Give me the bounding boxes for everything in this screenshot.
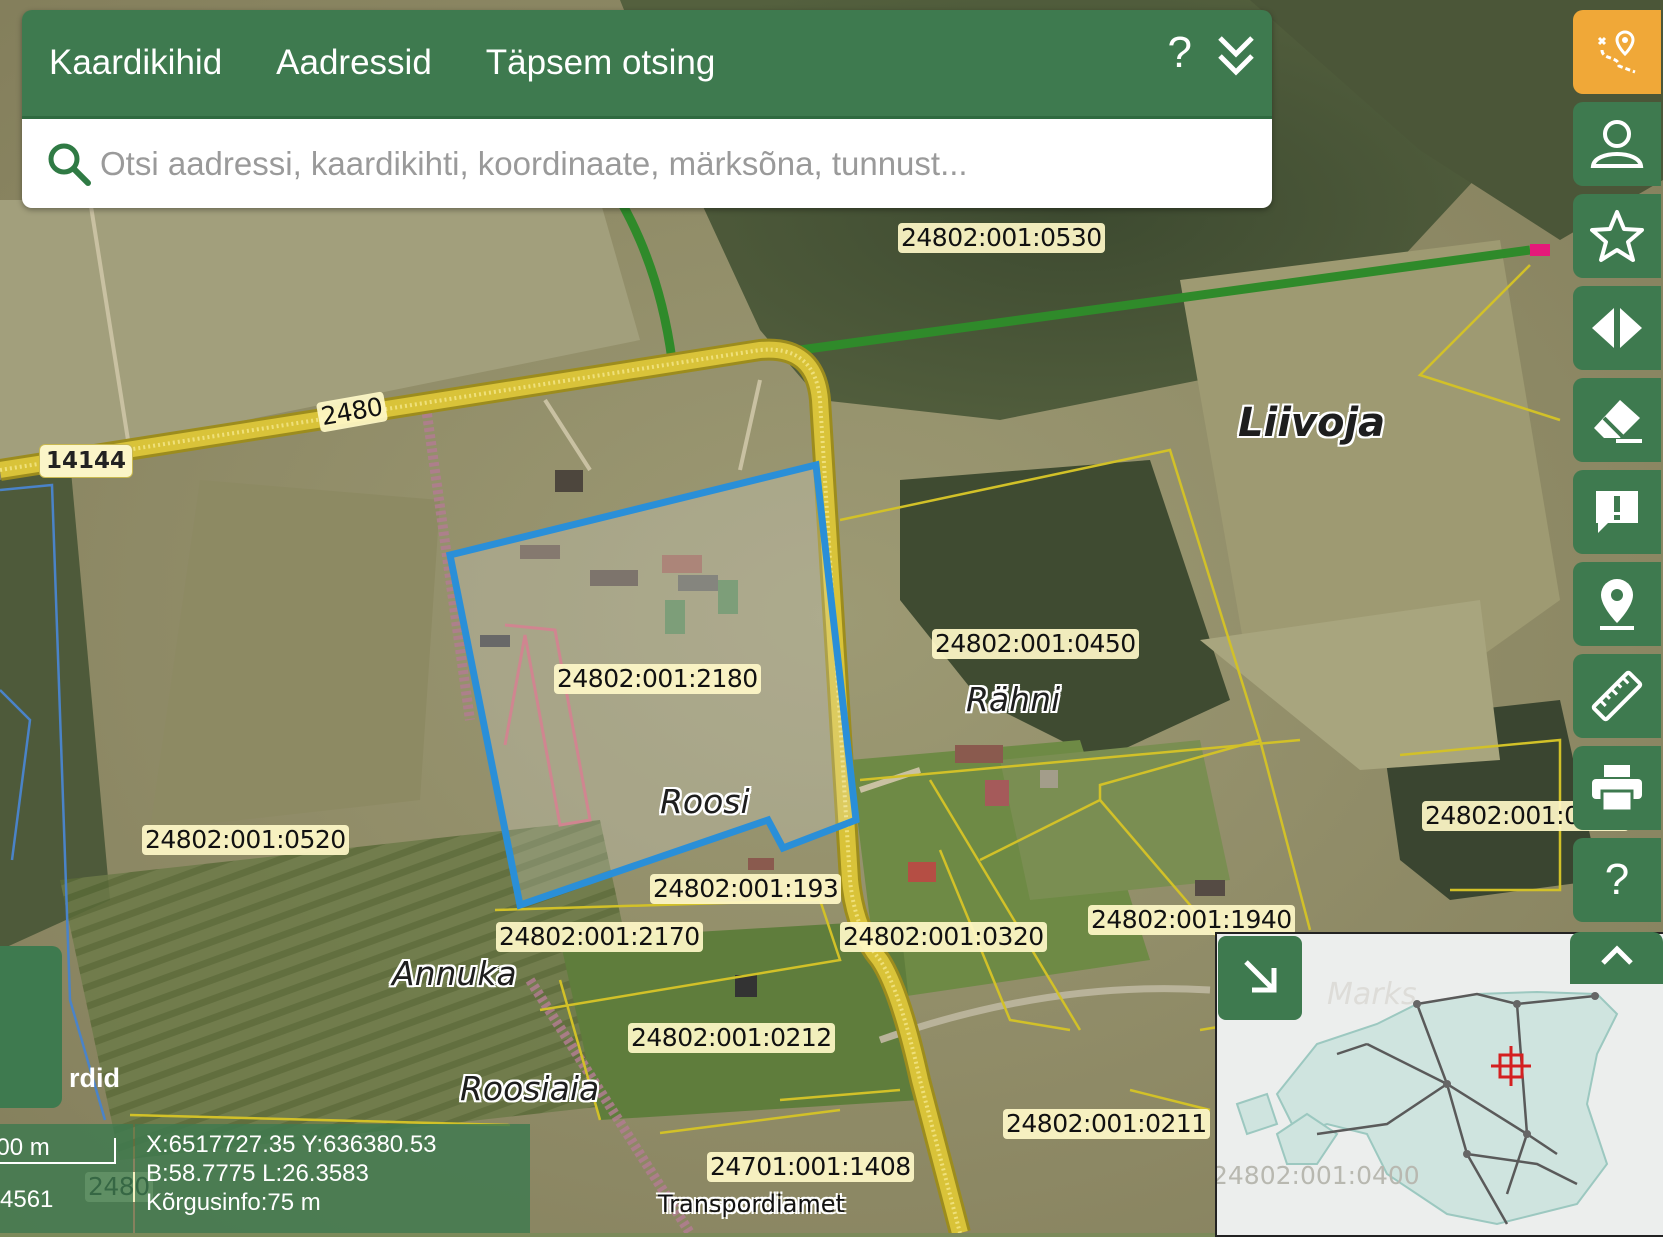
toolbar-help-button[interactable]: ? (1573, 838, 1661, 922)
star-icon (1590, 209, 1644, 263)
search-row (22, 116, 1272, 208)
compare-button[interactable] (1573, 286, 1661, 370)
tab-map-layers[interactable]: Kaardikihid (49, 43, 222, 83)
place-label-rahni: Rähni (966, 680, 1061, 719)
parcel-label: 24802:001:2180 (554, 664, 761, 694)
basemaps-button[interactable]: Kaardid (0, 946, 120, 1108)
parcel-label: 24802:001:0320 (840, 922, 1047, 952)
scale-bar (0, 1162, 116, 1164)
route-planner-button[interactable] (1573, 10, 1661, 94)
tab-addresses[interactable]: Aadressid (276, 43, 432, 83)
print-button[interactable] (1573, 746, 1661, 830)
right-toolbar: ? (1573, 10, 1663, 930)
parcel-label: 24802:001:2170 (496, 922, 703, 952)
parcel-label: 24802:001:0212 (628, 1023, 835, 1053)
top-nav-bar: Kaardikihid Aadressid Täpsem otsing ? (22, 10, 1272, 116)
eraser-button[interactable] (1573, 378, 1661, 462)
overview-collapse-button[interactable] (1570, 932, 1663, 984)
parcel-label: 24802:001:193 (650, 874, 842, 904)
user-icon (1589, 118, 1645, 170)
tab-advanced-search[interactable]: Täpsem otsing (486, 43, 716, 83)
feedback-button[interactable] (1573, 470, 1661, 554)
route-pin-icon (1591, 26, 1643, 78)
svg-text:24802:001:0400: 24802:001:0400 (1217, 1161, 1420, 1190)
coordinates-panel: X:6517727.35 Y:636380.53 B:58.7775 L:26.… (135, 1124, 530, 1233)
search-icon[interactable] (46, 141, 92, 187)
parcel-label: 24802:001:0211 (1003, 1109, 1210, 1139)
help-button[interactable]: ? (1168, 28, 1192, 78)
place-label-roosi: Roosi (660, 782, 750, 821)
measure-button[interactable] (1573, 654, 1661, 738)
coordinates-bl: B:58.7775 L:26.3583 (146, 1160, 369, 1187)
scale-panel: 100 m 4561 (0, 1124, 133, 1233)
feedback-icon (1592, 487, 1642, 537)
user-button[interactable] (1573, 102, 1661, 186)
elevation-info: Kõrgusinfo:75 m (146, 1189, 321, 1216)
place-label-liivoja: Liivoja (1238, 400, 1386, 446)
location-button[interactable] (1573, 562, 1661, 646)
eraser-icon (1590, 396, 1644, 444)
place-label-annuka: Annuka (392, 954, 517, 993)
collapse-double-chevron-icon[interactable] (1216, 34, 1256, 83)
chevron-up-icon (1599, 944, 1635, 972)
map-attribution: Transpordiamet (658, 1190, 845, 1218)
parcel-label: 24802:001:0520 (142, 825, 349, 855)
ruler-icon (1590, 669, 1644, 723)
search-panel: Kaardikihid Aadressid Täpsem otsing ? (22, 10, 1272, 208)
basemaps-label: Kaardid (19, 1063, 120, 1093)
road-number-badge: 14144 (39, 444, 134, 478)
parcel-label: 24802:001:1940 (1088, 905, 1295, 935)
parcel-label: 24701:001:1408 (707, 1152, 914, 1182)
scale-bar-tick (114, 1138, 116, 1164)
search-input[interactable] (98, 144, 1272, 184)
overview-toggle-button[interactable] (1218, 936, 1302, 1020)
favorites-button[interactable] (1573, 194, 1661, 278)
parcel-label: 24802:001:0450 (932, 629, 1139, 659)
place-label-roosiaia: Roosiaia (460, 1069, 600, 1108)
compare-arrows-icon (1590, 306, 1644, 350)
printer-icon (1590, 763, 1644, 813)
help-icon: ? (1604, 855, 1630, 904)
location-pin-icon (1596, 577, 1638, 631)
svg-text:Marks: Marks (1327, 977, 1417, 1012)
arrow-down-right-icon (1240, 956, 1280, 1001)
scale-value: 100 m (0, 1134, 50, 1161)
coordinates-xy: X:6517727.35 Y:636380.53 (146, 1131, 437, 1158)
parcel-label: 24802:001:0530 (898, 223, 1105, 253)
scale-ratio: 4561 (0, 1186, 54, 1213)
